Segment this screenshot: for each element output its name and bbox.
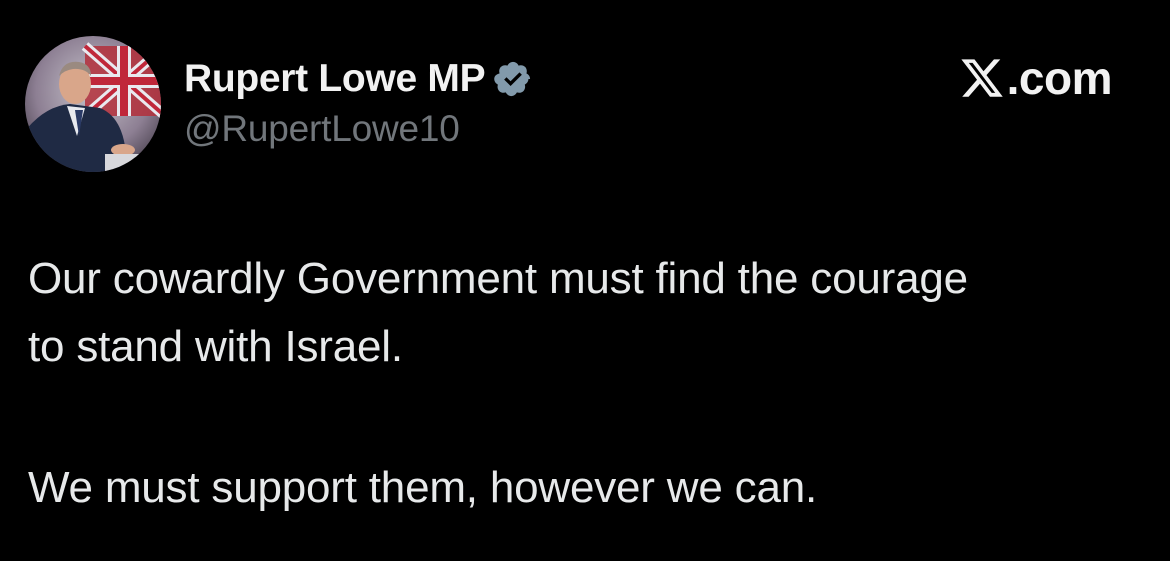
tweet-text-line: Our cowardly Government must find the co… xyxy=(28,254,968,303)
x-com-branding: .com xyxy=(959,50,1113,106)
author-handle[interactable]: @RupertLowe10 xyxy=(184,108,460,150)
verified-badge-icon xyxy=(493,59,533,99)
tweet-text-line: We must support them, however we can. xyxy=(28,463,818,512)
author-display-name[interactable]: Rupert Lowe MP xyxy=(184,57,486,101)
brand-domain-text: .com xyxy=(1006,52,1113,104)
author-avatar[interactable] xyxy=(25,36,161,172)
author-name-row: Rupert Lowe MP xyxy=(184,54,533,104)
tweet-card: Rupert Lowe MP @RupertLowe10 .com Our co… xyxy=(0,0,1170,561)
avatar-photo-image xyxy=(25,36,161,172)
x-logo-icon xyxy=(959,55,1005,101)
tweet-text-line: to stand with Israel. xyxy=(28,322,403,371)
